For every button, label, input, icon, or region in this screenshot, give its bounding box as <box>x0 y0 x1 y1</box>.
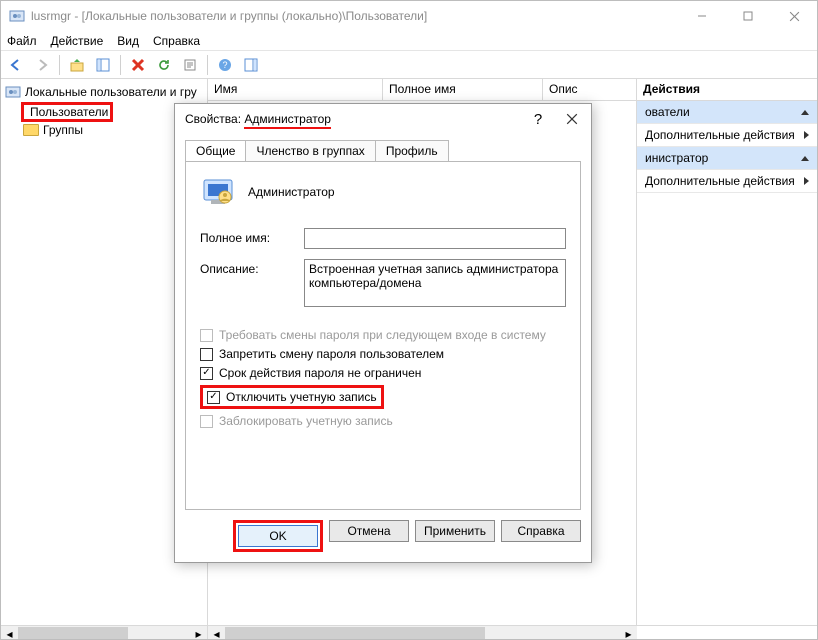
fullname-input[interactable] <box>304 228 566 249</box>
menubar: Файл Действие Вид Справка <box>1 31 817 51</box>
checkbox-icon[interactable]: ✓ <box>200 367 213 380</box>
checkbox-icon[interactable] <box>200 348 213 361</box>
ok-button[interactable]: OK <box>238 525 318 547</box>
menu-action[interactable]: Действие <box>51 34 104 48</box>
dialog-titlebar[interactable]: Свойства: Администратор ? <box>175 104 591 134</box>
chevron-right-icon <box>804 131 809 139</box>
actions-administrator[interactable]: инистратор <box>637 147 817 170</box>
actions-pane: Действия ователи Дополнительные действия… <box>637 79 817 625</box>
checkbox-cannot-change[interactable]: Запретить смену пароля пользователем <box>200 347 566 361</box>
cancel-button[interactable]: Отмена <box>329 520 409 542</box>
fullname-label: Полное имя: <box>200 228 296 245</box>
tab-member-of[interactable]: Членство в группах <box>245 140 375 161</box>
actions-pane-button[interactable] <box>240 54 262 76</box>
collapse-icon <box>801 156 809 161</box>
titlebar: lusrmgr - [Локальные пользователи и груп… <box>1 1 817 31</box>
menu-help[interactable]: Справка <box>153 34 200 48</box>
dialog-help-button[interactable]: ? <box>525 107 551 131</box>
checkbox-locked: Заблокировать учетную запись <box>200 414 566 428</box>
checkbox-must-change: Требовать смены пароля при следующем вхо… <box>200 328 566 342</box>
actions-header: Действия <box>637 79 817 101</box>
maximize-button[interactable] <box>725 1 771 31</box>
scroll-right-button[interactable]: ▸ <box>190 626 207 640</box>
refresh-button[interactable] <box>153 54 175 76</box>
center-hscroll[interactable]: ◂ ▸ <box>208 625 637 640</box>
col-fullname[interactable]: Полное имя <box>383 79 543 100</box>
scroll-left-button[interactable]: ◂ <box>1 626 18 640</box>
help-button[interactable]: Справка <box>501 520 581 542</box>
tree-item-users[interactable]: Пользователи <box>21 102 113 122</box>
chevron-right-icon <box>804 177 809 185</box>
scroll-left-button[interactable]: ◂ <box>208 626 225 640</box>
right-bottom-blank <box>637 625 817 640</box>
dialog-close-button[interactable] <box>559 107 585 131</box>
list-header: Имя Полное имя Опис <box>208 79 636 101</box>
close-button[interactable] <box>771 1 817 31</box>
export-list-button[interactable] <box>179 54 201 76</box>
description-input[interactable]: Встроенная учетная запись администратора… <box>304 259 566 307</box>
scroll-thumb[interactable] <box>18 627 128 640</box>
tab-general[interactable]: Общие <box>185 140 246 161</box>
bottom-scrollrow: ◂ ▸ ◂ ▸ <box>1 625 817 640</box>
user-icon <box>200 174 236 210</box>
folder-icon <box>23 124 39 136</box>
checkbox-never-expires[interactable]: ✓ Срок действия пароля не ограничен <box>200 366 566 380</box>
app-window: lusrmgr - [Локальные пользователи и груп… <box>0 0 818 640</box>
app-icon <box>9 8 25 24</box>
dialog-title: Свойства: Администратор <box>185 112 331 126</box>
minimize-button[interactable] <box>679 1 725 31</box>
scroll-right-button[interactable]: ▸ <box>620 626 637 640</box>
properties-dialog: Свойства: Администратор ? Общие Членство… <box>174 103 592 563</box>
checkbox-icon <box>200 415 213 428</box>
delete-button[interactable] <box>127 54 149 76</box>
scroll-thumb[interactable] <box>225 627 485 640</box>
svg-text:?: ? <box>222 60 227 70</box>
actions-more-2[interactable]: Дополнительные действия <box>637 170 817 193</box>
col-desc[interactable]: Опис <box>543 79 636 100</box>
toolbar: ? <box>1 51 817 79</box>
menu-file[interactable]: Файл <box>7 34 37 48</box>
checkbox-icon[interactable]: ✓ <box>207 391 220 404</box>
checkbox-icon <box>200 329 213 342</box>
collapse-icon <box>801 110 809 115</box>
back-button[interactable] <box>5 54 27 76</box>
help-button[interactable]: ? <box>214 54 236 76</box>
left-hscroll[interactable]: ◂ ▸ <box>1 625 208 640</box>
separator <box>207 55 208 75</box>
user-display-name: Администратор <box>248 185 335 199</box>
actions-more-1[interactable]: Дополнительные действия <box>637 124 817 147</box>
tab-general-body: Администратор Полное имя: Описание: Встр… <box>185 161 581 510</box>
tree-root[interactable]: Локальные пользователи и гру <box>3 83 205 101</box>
col-name[interactable]: Имя <box>208 79 383 100</box>
separator <box>59 55 60 75</box>
up-button[interactable] <box>66 54 88 76</box>
forward-button[interactable] <box>31 54 53 76</box>
show-hide-tree-button[interactable] <box>92 54 114 76</box>
dialog-tabs: Общие Членство в группах Профиль <box>175 134 591 161</box>
users-groups-icon <box>5 84 21 100</box>
apply-button[interactable]: Применить <box>415 520 495 542</box>
checkbox-account-disabled[interactable]: ✓ Отключить учетную запись <box>200 385 384 409</box>
tab-profile[interactable]: Профиль <box>375 140 449 161</box>
menu-view[interactable]: Вид <box>117 34 139 48</box>
separator <box>120 55 121 75</box>
description-label: Описание: <box>200 259 296 276</box>
actions-users[interactable]: ователи <box>637 101 817 124</box>
window-title: lusrmgr - [Локальные пользователи и груп… <box>9 8 427 24</box>
dialog-button-row: OK Отмена Применить Справка <box>175 510 591 562</box>
